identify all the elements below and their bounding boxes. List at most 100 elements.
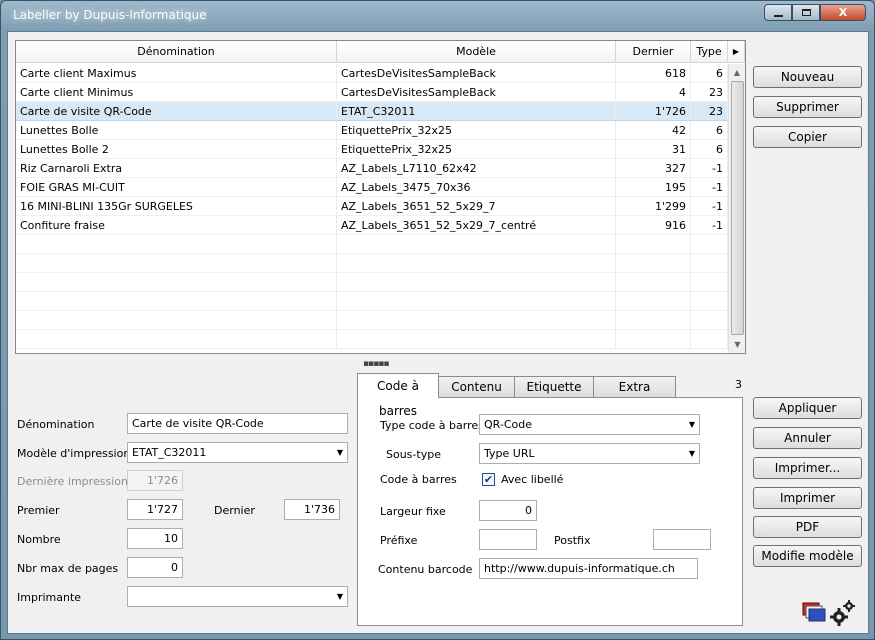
- print-button[interactable]: Imprimer: [753, 487, 862, 509]
- content-field[interactable]: http://www.dupuis-informatique.ch: [479, 558, 698, 579]
- cell-last: 42: [616, 121, 691, 139]
- chevron-down-icon: ▼: [688, 449, 695, 458]
- empty-cell: [616, 292, 691, 310]
- cell-model: AZ_Labels_L7110_62x42: [337, 159, 616, 177]
- splitter-grip-icon[interactable]: ▪▪▪▪▪: [363, 359, 389, 369]
- labels-table: Dénomination Modèle Dernier Type ▶ Carte…: [15, 40, 746, 354]
- cell-name: Carte client Minimus: [16, 83, 337, 101]
- barcode-label: Code à barres: [380, 473, 457, 486]
- table-row[interactable]: FOIE GRAS MI-CUIT AZ_Labels_3475_70x36 195…: [16, 178, 728, 197]
- table-scrollbar[interactable]: ▲ ▼: [728, 64, 745, 353]
- scroll-up-icon[interactable]: ▲: [729, 64, 745, 81]
- cell-model: CartesDeVisitesSampleBack: [337, 83, 616, 101]
- window-title: Labeller by Dupuis-Informatique: [13, 8, 207, 22]
- cell-name: Confiture fraise: [16, 216, 337, 234]
- edit-model-button[interactable]: Modifie modèle: [753, 545, 862, 567]
- close-button[interactable]: X: [820, 4, 866, 21]
- cell-name: 16 MINI-BLINI 135Gr SURGELES: [16, 197, 337, 215]
- cell-type: 6: [691, 64, 728, 82]
- printer-label: Imprimante: [17, 591, 82, 604]
- table-row[interactable]: Carte de visite QR-Code ETAT_C32011 1'726 2…: [16, 102, 728, 121]
- table-row[interactable]: Riz Carnaroli Extra AZ_Labels_L7110_62x42…: [16, 159, 728, 178]
- cell-model: CartesDeVisitesSampleBack: [337, 64, 616, 82]
- cell-last: 1'299: [616, 197, 691, 215]
- cell-last: 618: [616, 64, 691, 82]
- apply-button[interactable]: Appliquer: [753, 397, 862, 419]
- column-header-model[interactable]: Modèle: [337, 41, 616, 63]
- chevron-down-icon: ▼: [336, 448, 343, 457]
- fixed-width-field[interactable]: 0: [479, 500, 537, 521]
- copy-button[interactable]: Copier: [753, 126, 862, 148]
- name-label: Dénomination: [17, 418, 95, 431]
- pdf-button[interactable]: PDF: [753, 516, 862, 538]
- table-row[interactable]: Carte client Maximus CartesDeVisitesSampl…: [16, 64, 728, 83]
- cell-type: -1: [691, 159, 728, 177]
- column-header-name[interactable]: Dénomination: [16, 41, 337, 63]
- cell-last: 327: [616, 159, 691, 177]
- column-header-last[interactable]: Dernier: [616, 41, 691, 63]
- max-pages-label: Nbr max de pages: [17, 562, 119, 575]
- tab-extra[interactable]: Extra: [593, 376, 676, 398]
- minimize-button[interactable]: [764, 4, 792, 21]
- cell-type: -1: [691, 216, 728, 234]
- tab-content[interactable]: Contenu: [438, 376, 515, 398]
- postfix-field[interactable]: [653, 529, 711, 550]
- cell-type: 6: [691, 121, 728, 139]
- checkmark-icon: ✔: [483, 473, 494, 486]
- cell-type: 23: [691, 102, 728, 120]
- first-field[interactable]: 1'727: [127, 499, 183, 520]
- count-field[interactable]: 10: [127, 528, 183, 549]
- name-field[interactable]: Carte de visite QR-Code: [127, 413, 348, 434]
- table-row[interactable]: Lunettes Bolle EtiquettePrix_32x25 42 6: [16, 121, 728, 140]
- empty-cell: [691, 254, 728, 272]
- table-row[interactable]: Carte client Minimus CartesDeVisitesSampl…: [16, 83, 728, 102]
- table-row[interactable]: Confiture fraise AZ_Labels_3651_52_5x29_7…: [16, 216, 728, 235]
- prefix-field[interactable]: [479, 529, 537, 550]
- empty-cell: [337, 254, 616, 272]
- cell-name: Carte client Maximus: [16, 64, 337, 82]
- empty-cell: [337, 311, 616, 329]
- scroll-down-icon[interactable]: ▼: [729, 336, 745, 353]
- printer-select[interactable]: ▼: [127, 586, 348, 607]
- delete-button[interactable]: Supprimer: [753, 96, 862, 118]
- table-row[interactable]: Lunettes Bolle 2 EtiquettePrix_32x25 31 6: [16, 140, 728, 159]
- maximize-button[interactable]: [792, 4, 820, 21]
- column-chooser-button[interactable]: ▶: [728, 41, 745, 63]
- tab-barcode[interactable]: Code à barres: [357, 373, 439, 418]
- new-button[interactable]: Nouveau: [753, 66, 862, 88]
- cell-model: EtiquettePrix_32x25: [337, 140, 616, 158]
- subtype-select[interactable]: Type URL ▼: [479, 443, 700, 464]
- cell-last: 916: [616, 216, 691, 234]
- max-pages-field[interactable]: 0: [127, 557, 183, 578]
- empty-cell: [691, 292, 728, 310]
- chevron-down-icon: ▼: [688, 420, 695, 429]
- table-row-empty: [16, 254, 728, 273]
- scroll-thumb[interactable]: [731, 81, 744, 335]
- first-label: Premier: [17, 504, 60, 517]
- last-label: Dernier: [214, 504, 255, 517]
- cell-last: 31: [616, 140, 691, 158]
- cell-model: EtiquettePrix_32x25: [337, 121, 616, 139]
- empty-cell: [16, 330, 337, 348]
- table-row[interactable]: 16 MINI-BLINI 135Gr SURGELES AZ_Labels_36…: [16, 197, 728, 216]
- cancel-button[interactable]: Annuler: [753, 427, 862, 449]
- with-label-checkbox[interactable]: ✔: [482, 473, 495, 486]
- print-dialog-button[interactable]: Imprimer...: [753, 457, 862, 479]
- empty-cell: [337, 292, 616, 310]
- column-header-type[interactable]: Type: [691, 41, 728, 63]
- table-row-empty: [16, 292, 728, 311]
- cell-model: ETAT_C32011: [337, 102, 616, 120]
- model-select[interactable]: ETAT_C32011 ▼: [127, 442, 348, 463]
- fixed-width-label: Largeur fixe: [380, 505, 446, 518]
- count-label: Nombre: [17, 533, 61, 546]
- table-row-empty: [16, 330, 728, 349]
- table-header: Dénomination Modèle Dernier Type ▶: [16, 41, 745, 63]
- labels-icon[interactable]: [802, 602, 826, 622]
- last-field[interactable]: 1'736: [284, 499, 340, 520]
- arrow-right-icon: ▶: [732, 47, 740, 56]
- settings-gears-icon[interactable]: [830, 600, 855, 626]
- table-row-empty: [16, 311, 728, 330]
- content-label: Contenu barcode: [378, 563, 473, 576]
- barcode-type-select[interactable]: QR-Code ▼: [479, 414, 700, 435]
- tab-label[interactable]: Etiquette: [514, 376, 594, 398]
